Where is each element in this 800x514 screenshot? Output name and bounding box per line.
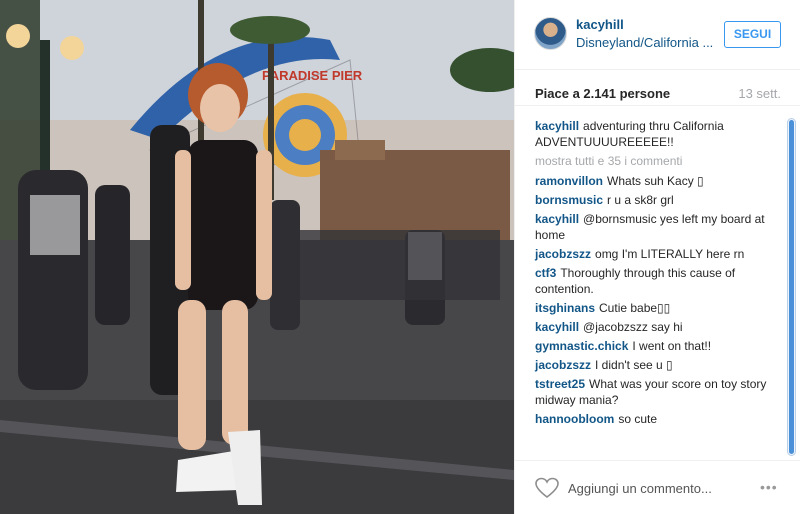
comment-author[interactable]: gymnastic.chick bbox=[535, 339, 628, 353]
comment-item: ctf3 Thoroughly through this cause of con… bbox=[535, 265, 783, 297]
post-username[interactable]: kacyhill bbox=[576, 17, 624, 32]
avatar[interactable] bbox=[534, 17, 567, 50]
comment-item: kacyhill @bornsmusic yes left my board at… bbox=[535, 211, 783, 243]
comment-text: Thoroughly through this cause of content… bbox=[535, 266, 736, 296]
post-time[interactable]: 13 sett. bbox=[738, 86, 781, 101]
comment-text: r u a sk8r grl bbox=[607, 193, 674, 207]
post-header: kacyhill Disneyland/California ... SEGUI bbox=[515, 0, 800, 70]
comments-list: kacyhill adventuring thru California ADVE… bbox=[535, 118, 783, 430]
comment-item: itsghinans Cutie babe▯▯ bbox=[535, 300, 783, 316]
comment-author[interactable]: jacobzszz bbox=[535, 358, 591, 372]
heart-outline-icon[interactable] bbox=[535, 477, 559, 499]
comment-author[interactable]: ctf3 bbox=[535, 266, 556, 280]
comment-item: bornsmusic r u a sk8r grl bbox=[535, 192, 783, 208]
comment-author[interactable]: itsghinans bbox=[535, 301, 595, 315]
more-options-icon[interactable]: ••• bbox=[760, 479, 778, 495]
comment-author[interactable]: ramonvillon bbox=[535, 174, 603, 188]
likes-row: Piace a 2.141 persone 13 sett. bbox=[515, 80, 800, 106]
comment-item: hannoobloom so cute bbox=[535, 411, 783, 427]
photo-scene: PARADISE PIER bbox=[0, 0, 514, 514]
post-details-panel: kacyhill Disneyland/California ... SEGUI… bbox=[514, 0, 800, 514]
comment-author[interactable]: hannoobloom bbox=[535, 412, 614, 426]
comment-item: tstreet25 What was your score on toy stor… bbox=[535, 376, 783, 408]
post-footer: ••• bbox=[515, 460, 800, 514]
caption: kacyhill adventuring thru California ADVE… bbox=[535, 118, 783, 150]
likes-count[interactable]: Piace a 2.141 persone bbox=[535, 86, 670, 101]
comment-text: so cute bbox=[618, 412, 658, 426]
comment-item: ramonvillon Whats suh Kacy ▯ bbox=[535, 173, 783, 189]
show-all-comments-link[interactable]: mostra tutti e 35 i commenti bbox=[535, 153, 783, 169]
park-sign: PARADISE PIER bbox=[262, 68, 363, 83]
comment-text: Whats suh Kacy ▯ bbox=[607, 174, 704, 188]
comment-author[interactable]: jacobzszz bbox=[535, 247, 591, 261]
comment-author[interactable]: bornsmusic bbox=[535, 193, 603, 207]
comment-input[interactable] bbox=[568, 477, 748, 499]
comment-author[interactable]: kacyhill bbox=[535, 320, 579, 334]
comment-text: I went on that!! bbox=[632, 339, 712, 353]
comment-text: Cutie babe▯▯ bbox=[599, 301, 671, 315]
comment-item: jacobzszz omg I'm LITERALLY here rn bbox=[535, 246, 783, 262]
comment-item: jacobzszz I didn't see u ▯ bbox=[535, 357, 783, 373]
comments-scrollbar[interactable] bbox=[787, 118, 796, 456]
post-location[interactable]: Disneyland/California ... bbox=[576, 35, 716, 50]
comment-text: omg I'm LITERALLY here rn bbox=[595, 247, 745, 261]
follow-button[interactable]: SEGUI bbox=[724, 21, 781, 48]
comment-text: @jacobzszz say hi bbox=[583, 320, 683, 334]
comment-item: kacyhill @jacobzszz say hi bbox=[535, 319, 783, 335]
comment-author[interactable]: kacyhill bbox=[535, 212, 579, 226]
caption-author[interactable]: kacyhill bbox=[535, 119, 579, 133]
comment-author[interactable]: tstreet25 bbox=[535, 377, 585, 391]
scrollbar-thumb[interactable] bbox=[789, 120, 794, 454]
post-photo[interactable]: PARADISE PIER bbox=[0, 0, 514, 514]
comment-text: I didn't see u ▯ bbox=[595, 358, 673, 372]
comment-item: gymnastic.chick I went on that!! bbox=[535, 338, 783, 354]
